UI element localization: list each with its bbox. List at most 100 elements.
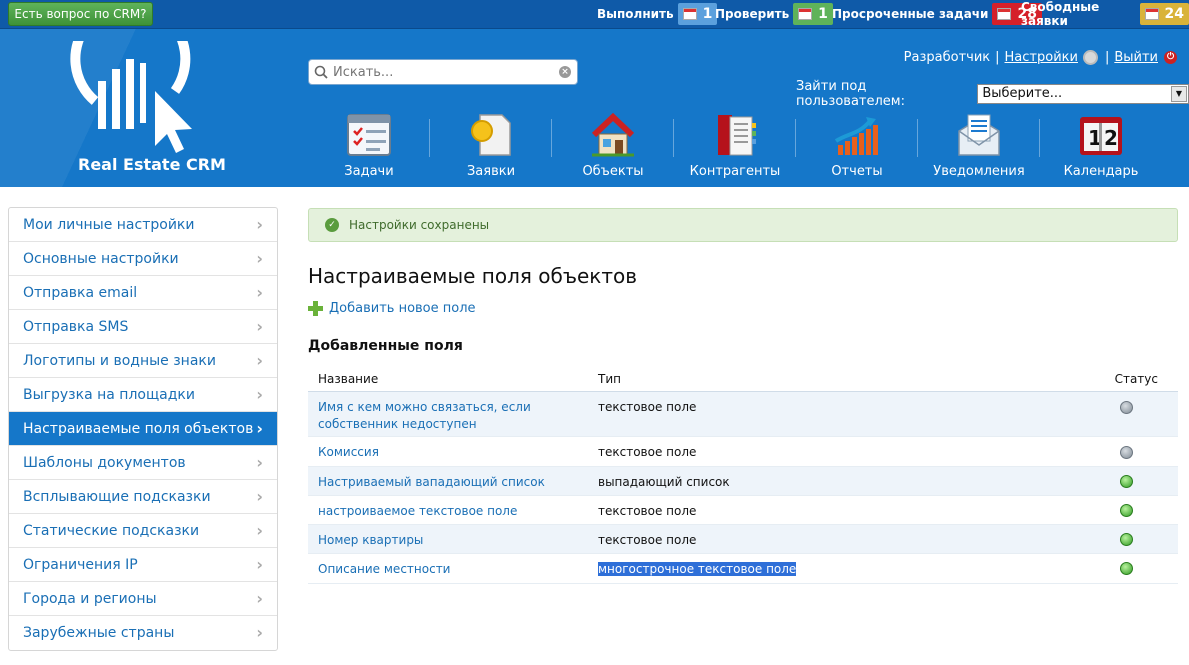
table-row: Имя с кем можно связаться, если собствен… <box>308 392 1178 437</box>
sidebar-item-cities[interactable]: Города и регионы › <box>9 582 277 616</box>
sidebar-item-personal[interactable]: Мои личные настройки › <box>9 208 277 242</box>
field-type-cell: многострочное текстовое поле <box>598 554 1078 583</box>
calendar-icon: 1 2 <box>1080 117 1122 155</box>
sidebar-item-countries[interactable]: Зарубежные страны › <box>9 616 277 650</box>
counter-badge[interactable]: 24 <box>1139 3 1189 25</box>
counter-badge[interactable]: 1 <box>677 3 718 25</box>
clear-search-icon[interactable]: × <box>559 66 571 78</box>
chevron-right-icon: › <box>256 351 263 370</box>
chevron-right-icon: › <box>256 623 263 642</box>
counter-label: Проверить <box>715 7 790 21</box>
sidebar-item-email[interactable]: Отправка email › <box>9 276 277 310</box>
chevron-right-icon: › <box>256 317 263 336</box>
module-reports[interactable]: Отчеты <box>796 109 918 187</box>
gear-icon[interactable] <box>1082 50 1098 65</box>
sidebar-item-label: Города и регионы <box>23 591 157 607</box>
header: Real Estate CRM × Разработчик | Настройк… <box>0 29 1189 187</box>
table-row: настроиваемое текстовое поле текстовое п… <box>308 496 1178 525</box>
sidebar-item-label: Шаблоны документов <box>23 455 186 471</box>
chevron-right-icon: › <box>256 283 263 302</box>
status-cell <box>1078 467 1178 495</box>
module-requests[interactable]: Заявки <box>430 109 552 187</box>
top-bar: Есть вопрос по CRM? Выполнить 1 Проверит… <box>0 0 1189 29</box>
column-header-type: Тип <box>598 372 621 386</box>
user-nav: Разработчик | Настройки | Выйти ⏻ <box>904 50 1177 65</box>
sidebar-item-label: Ограничения IP <box>23 557 138 573</box>
field-name-link[interactable]: Номер квартиры <box>308 525 598 553</box>
sidebar-item-main[interactable]: Основные настройки › <box>9 242 277 276</box>
status-cell <box>1078 496 1178 524</box>
search-box[interactable]: × <box>308 59 578 85</box>
module-contacts[interactable]: Контрагенты <box>674 109 796 187</box>
logout-link[interactable]: Выйти <box>1114 50 1158 65</box>
search-input[interactable] <box>333 63 553 81</box>
sidebar-item-custom-fields[interactable]: Настраиваемые поля объектов › <box>9 412 277 446</box>
sidebar-item-popup-hints[interactable]: Всплывающие подсказки › <box>9 480 277 514</box>
field-type: текстовое поле <box>598 400 697 414</box>
sidebar-item-export[interactable]: Выгрузка на площадки › <box>9 378 277 412</box>
status-cell <box>1078 392 1178 436</box>
user-select[interactable]: Выберите... ▼ <box>977 84 1189 104</box>
status-inactive-icon[interactable] <box>1120 401 1133 414</box>
sidebar-item-static-hints[interactable]: Статические подсказки › <box>9 514 277 548</box>
chevron-right-icon: › <box>256 453 263 472</box>
module-tasks[interactable]: Задачи <box>308 109 430 187</box>
status-active-icon[interactable] <box>1120 475 1133 488</box>
calendar-icon <box>997 8 1012 20</box>
status-cell <box>1078 554 1178 583</box>
field-type: текстовое поле <box>598 504 697 518</box>
chevron-right-icon: › <box>256 521 263 540</box>
sidebar-item-label: Отправка email <box>23 285 138 301</box>
sidebar-item-logos[interactable]: Логотипы и водные знаки › <box>9 344 277 378</box>
search-icon <box>314 65 328 79</box>
user-select-value: Выберите... <box>982 86 1063 101</box>
add-field-link[interactable]: Добавить новое поле <box>308 301 476 316</box>
status-inactive-icon[interactable] <box>1120 446 1133 459</box>
sidebar-item-ip[interactable]: Ограничения IP › <box>9 548 277 582</box>
counter-execute[interactable]: Выполнить 1 <box>597 3 718 25</box>
chevron-right-icon: › <box>256 249 263 268</box>
field-name-link[interactable]: Настриваемый вападающий список <box>308 467 598 495</box>
settings-link[interactable]: Настройки <box>1005 50 1078 65</box>
sidebar-item-label: Настраиваемые поля объектов <box>23 421 254 437</box>
nav-separator: | <box>1104 50 1110 65</box>
status-active-icon[interactable] <box>1120 504 1133 517</box>
success-notice: ✓ Настройки сохранены <box>308 208 1178 242</box>
chevron-right-icon: › <box>256 215 263 234</box>
chevron-right-icon: › <box>256 589 263 608</box>
sidebar-item-sms[interactable]: Отправка SMS › <box>9 310 277 344</box>
envelope-icon <box>958 114 1000 156</box>
counter-badge[interactable]: 1 <box>793 3 833 25</box>
sidebar-item-templates[interactable]: Шаблоны документов › <box>9 446 277 480</box>
counter-label: Просроченные задачи <box>832 7 989 21</box>
table-row: Настриваемый вападающий список выпадающи… <box>308 467 1178 496</box>
add-field-label: Добавить новое поле <box>329 301 476 316</box>
status-active-icon[interactable] <box>1120 533 1133 546</box>
requests-icon <box>471 114 511 156</box>
tasks-icon <box>347 114 391 156</box>
counter-overdue[interactable]: Просроченные задачи 28 <box>832 3 1042 25</box>
calendar-icon <box>682 8 697 20</box>
calendar-icon <box>798 8 813 20</box>
counter-check[interactable]: Проверить 1 <box>715 3 833 25</box>
login-as: Зайти под пользователем: Выберите... ▼ <box>796 79 1189 109</box>
table-row: Номер квартиры текстовое поле <box>308 525 1178 554</box>
power-icon[interactable]: ⏻ <box>1164 51 1177 64</box>
field-name-link[interactable]: Комиссия <box>308 437 598 466</box>
nav-separator: | <box>995 50 1000 65</box>
table-row: Комиссия текстовое поле <box>308 437 1178 467</box>
chevron-down-icon[interactable]: ▼ <box>1171 86 1187 102</box>
field-name-link[interactable]: Описание местности <box>308 554 598 583</box>
chevron-right-icon: › <box>256 419 263 438</box>
crm-question-button[interactable]: Есть вопрос по CRM? <box>8 2 153 26</box>
field-name-link[interactable]: настроиваемое текстовое поле <box>308 496 598 524</box>
checkmark-icon: ✓ <box>325 218 339 232</box>
field-name-link[interactable]: Имя с кем можно связаться, если собствен… <box>308 392 598 436</box>
counter-value: 24 <box>1164 6 1184 22</box>
status-active-icon[interactable] <box>1120 562 1133 575</box>
module-objects[interactable]: Объекты <box>552 109 674 187</box>
chevron-right-icon: › <box>256 555 263 574</box>
module-notifications[interactable]: Уведомления <box>918 109 1040 187</box>
counter-free-requests[interactable]: Свободные заявки 24 <box>1021 0 1189 28</box>
module-calendar[interactable]: 1 2 Календарь <box>1040 109 1162 187</box>
